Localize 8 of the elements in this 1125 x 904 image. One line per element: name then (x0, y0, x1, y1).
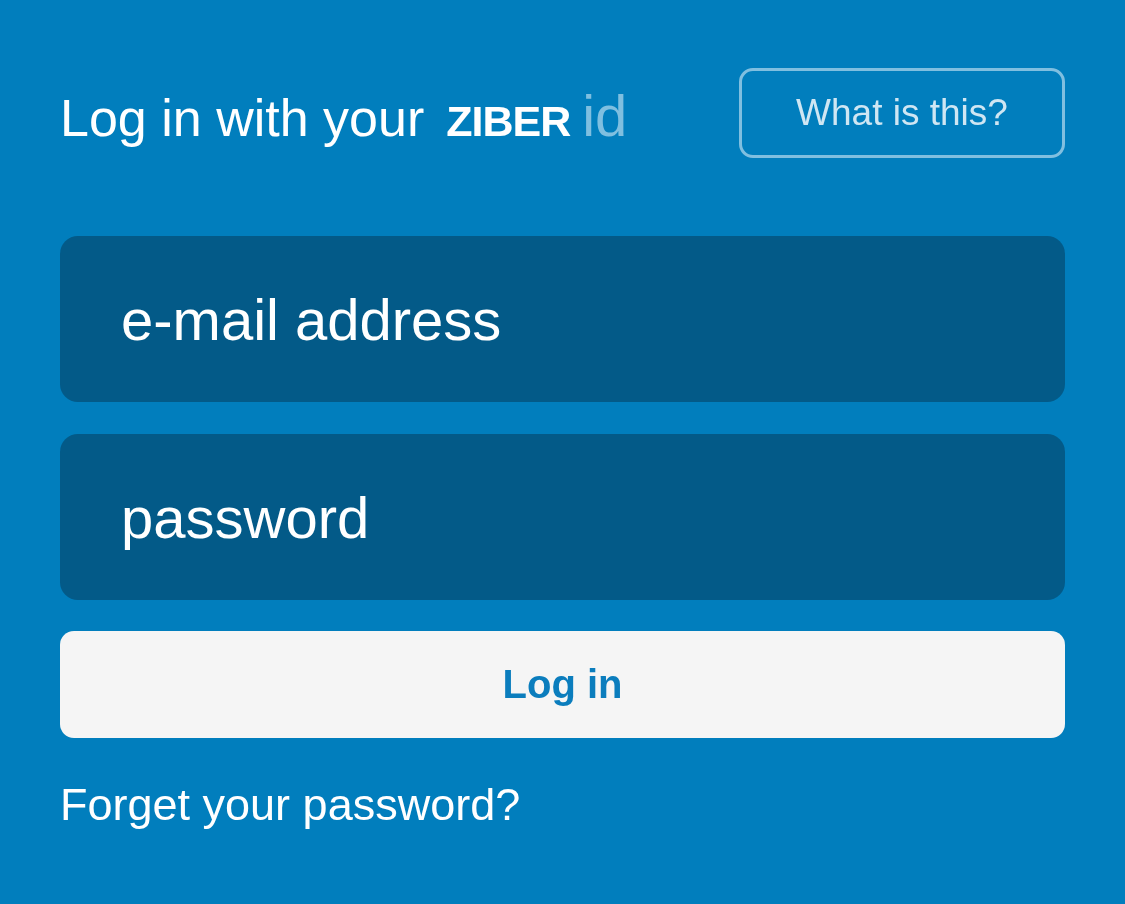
password-field[interactable]: password (60, 434, 1065, 600)
login-button[interactable]: Log in (60, 631, 1065, 738)
brand-id-text: id (582, 82, 628, 150)
login-heading: Log in with your (60, 88, 425, 149)
brand-name: ZIBER (446, 96, 571, 147)
email-field[interactable]: e-mail address (60, 236, 1065, 402)
help-button[interactable]: What is this? (739, 68, 1065, 158)
forgot-password-link[interactable]: Forget your password? (60, 779, 521, 830)
